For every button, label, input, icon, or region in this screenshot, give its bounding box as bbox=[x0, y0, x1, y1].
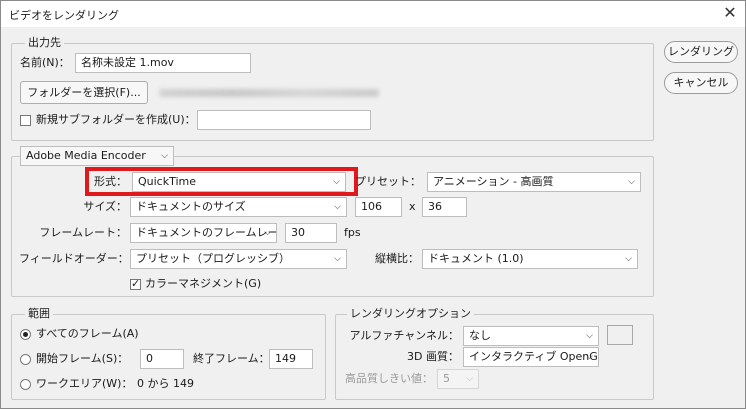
all-frames-radio[interactable] bbox=[20, 329, 31, 340]
chevron-down-icon: ⌵ bbox=[625, 254, 632, 264]
chevron-down-icon: ⌵ bbox=[586, 352, 593, 362]
threshold-label: 高品質しきい値： bbox=[345, 372, 433, 385]
alpha-select-value: なし bbox=[469, 329, 491, 342]
cancel-button[interactable]: キャンセル bbox=[664, 72, 738, 94]
encoder-select[interactable]: Adobe Media Encoder ⌵ bbox=[20, 146, 174, 166]
chevron-down-icon: ⌵ bbox=[334, 254, 341, 264]
render-button[interactable]: レンダリング bbox=[664, 41, 738, 63]
format-highlight-box bbox=[85, 167, 358, 196]
quality-label: 3D 画質： bbox=[407, 350, 459, 363]
alpha-label: アルファチャンネル： bbox=[349, 329, 459, 342]
color-management-checkbox[interactable] bbox=[130, 277, 141, 290]
end-frame-input[interactable]: 149 bbox=[269, 349, 313, 369]
name-label: 名前(N)： bbox=[20, 56, 70, 69]
output-legend: 出力先 bbox=[25, 36, 64, 50]
framerate-label: フレームレート： bbox=[39, 226, 127, 239]
width-input[interactable]: 106 bbox=[355, 197, 402, 217]
all-frames-label: すべてのフレーム(A) bbox=[36, 327, 139, 340]
threshold-select[interactable]: 5 ⌵ bbox=[437, 369, 479, 389]
size-separator: x bbox=[409, 200, 416, 213]
field-order-select[interactable]: プリセット（プログレッシブ） ⌵ bbox=[130, 249, 347, 269]
alpha-select[interactable]: なし ⌵ bbox=[463, 326, 599, 346]
preset-select[interactable]: アニメーション - 高画質 ⌵ bbox=[427, 172, 641, 192]
dialog-title: ビデオをレンダリング bbox=[9, 9, 119, 22]
size-select-value: ドキュメントのサイズ bbox=[136, 200, 246, 213]
threshold-select-value: 5 bbox=[443, 372, 450, 385]
start-frame-radio[interactable] bbox=[20, 354, 31, 365]
preset-select-value: アニメーション - 高画質 bbox=[433, 175, 554, 188]
new-subfolder-label: 新規サブフォルダーを作成(U)： bbox=[36, 113, 196, 126]
chevron-down-icon: ⌵ bbox=[264, 228, 271, 238]
start-frame-input[interactable]: 0 bbox=[140, 349, 184, 369]
color-management-label: カラーマネジメント(G) bbox=[145, 277, 262, 290]
folder-path-redacted bbox=[159, 89, 379, 97]
alpha-color-swatch[interactable] bbox=[607, 325, 633, 345]
preset-label: プリセット： bbox=[355, 175, 421, 188]
close-icon[interactable]: ✕ bbox=[718, 2, 742, 26]
new-subfolder-checkbox[interactable] bbox=[20, 115, 31, 126]
name-input[interactable]: 名称未設定 1.mov bbox=[75, 53, 251, 73]
size-select[interactable]: ドキュメントのサイズ ⌵ bbox=[130, 197, 347, 217]
range-legend: 範囲 bbox=[25, 307, 53, 321]
fps-input[interactable]: 30 bbox=[285, 223, 337, 243]
framerate-select[interactable]: ドキュメントのフレームレート ⌵ bbox=[130, 223, 277, 243]
start-frame-label: 開始フレーム(S)： bbox=[36, 352, 129, 365]
work-area-radio[interactable] bbox=[20, 379, 31, 390]
field-order-select-value: プリセット（プログレッシブ） bbox=[136, 252, 290, 265]
chevron-down-icon: ⌵ bbox=[586, 331, 593, 341]
quality-select[interactable]: インタラクティブ OpenGL ⌵ bbox=[463, 347, 599, 367]
size-label: サイズ： bbox=[83, 200, 127, 213]
end-frame-label: 終了フレーム： bbox=[193, 352, 270, 365]
chevron-down-icon: ⌵ bbox=[334, 202, 341, 212]
fps-unit: fps bbox=[344, 226, 361, 239]
aspect-select-value: ドキュメント (1.0) bbox=[428, 252, 524, 265]
work-area-value: 0 から 149 bbox=[137, 377, 194, 390]
quality-select-value: インタラクティブ OpenGL bbox=[469, 350, 599, 363]
chevron-down-icon: ⌵ bbox=[161, 151, 168, 161]
field-order-label: フィールドオーダー： bbox=[19, 252, 129, 265]
framerate-select-value: ドキュメントのフレームレート bbox=[136, 226, 277, 239]
chevron-down-icon: ⌵ bbox=[628, 177, 635, 187]
render-video-dialog: ビデオをレンダリング ✕ レンダリング キャンセル 出力先 名前(N)： 名称未… bbox=[0, 0, 746, 409]
height-input[interactable]: 36 bbox=[422, 197, 467, 217]
encoder-select-value: Adobe Media Encoder bbox=[26, 149, 146, 162]
aspect-select[interactable]: ドキュメント (1.0) ⌵ bbox=[422, 249, 638, 269]
chevron-down-icon: ⌵ bbox=[466, 374, 473, 384]
new-subfolder-input[interactable] bbox=[197, 110, 371, 130]
work-area-label: ワークエリア(W)： bbox=[36, 377, 133, 390]
select-folder-button[interactable]: フォルダーを選択(F)... bbox=[20, 81, 148, 104]
aspect-label: 縦横比： bbox=[375, 252, 419, 265]
render-options-legend: レンダリングオプション bbox=[347, 307, 474, 321]
